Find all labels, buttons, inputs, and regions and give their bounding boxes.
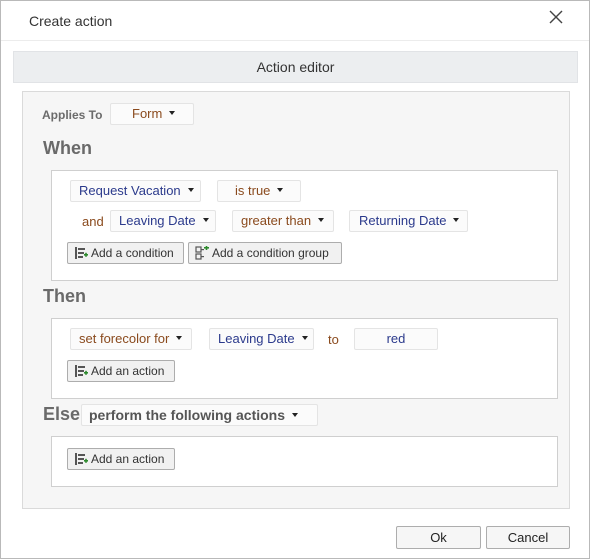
- applies-to-dropdown[interactable]: Form: [110, 103, 194, 125]
- conjunction-and[interactable]: and: [82, 214, 104, 229]
- add-condition-button[interactable]: Add a condition: [67, 242, 184, 264]
- cancel-button[interactable]: Cancel: [486, 526, 570, 549]
- else-mode-value: perform the following actions: [89, 407, 286, 423]
- then-add-action-label: Add an action: [91, 364, 165, 378]
- condition2-operator-dropdown[interactable]: greater than: [232, 210, 334, 232]
- condition2-operator-value: greater than: [241, 213, 312, 228]
- condition2-field-dropdown[interactable]: Leaving Date: [110, 210, 216, 232]
- else-mode-dropdown[interactable]: perform the following actions: [81, 404, 318, 426]
- add-condition-group-icon: [195, 246, 209, 266]
- add-action-icon: [74, 452, 88, 472]
- caret-down-icon: [453, 218, 460, 222]
- caret-down-icon: [187, 188, 194, 192]
- create-action-dialog: Create action Action editor Applies To F…: [0, 0, 590, 559]
- add-condition-group-button[interactable]: Add a condition group: [188, 242, 342, 264]
- add-condition-group-label: Add a condition group: [212, 246, 329, 260]
- dialog-title: Create action: [29, 13, 113, 29]
- then-action-dropdown[interactable]: set forecolor for: [70, 328, 192, 350]
- else-add-action-button[interactable]: Add an action: [67, 448, 175, 470]
- caret-down-icon: [176, 336, 183, 340]
- then-add-action-button[interactable]: Add an action: [67, 360, 175, 382]
- condition2-value-dropdown[interactable]: Returning Date: [349, 210, 468, 232]
- else-add-action-label: Add an action: [91, 452, 165, 466]
- caret-down-icon: [318, 218, 325, 222]
- caret-down-icon: [277, 188, 284, 192]
- ok-button[interactable]: Ok: [396, 526, 481, 549]
- then-value-field[interactable]: red: [354, 328, 438, 350]
- close-icon[interactable]: [543, 7, 569, 29]
- then-action-value: set forecolor for: [79, 331, 170, 346]
- caret-down-icon: [169, 111, 176, 115]
- condition-operator-value: is true: [235, 183, 271, 198]
- condition2-field-value: Leaving Date: [119, 213, 196, 228]
- caret-down-icon: [292, 413, 299, 417]
- add-condition-icon: [74, 246, 88, 266]
- then-field-dropdown[interactable]: Leaving Date: [209, 328, 314, 350]
- condition-operator-dropdown[interactable]: is true: [217, 180, 301, 202]
- else-title: Else: [43, 404, 81, 424]
- action-editor-header: Action editor: [13, 51, 578, 83]
- add-action-icon: [74, 364, 88, 384]
- dialog-titlebar: Create action: [1, 1, 589, 41]
- then-title: Then: [43, 286, 86, 306]
- then-field-value: Leaving Date: [218, 331, 295, 346]
- caret-down-icon: [202, 218, 209, 222]
- applies-to-label: Applies To: [42, 108, 103, 122]
- condition-field-dropdown[interactable]: Request Vacation: [70, 180, 201, 202]
- then-to-word: to: [328, 332, 339, 347]
- when-title: When: [43, 138, 92, 158]
- condition2-value-text: Returning Date: [359, 213, 447, 228]
- applies-to-value: Form: [132, 106, 163, 121]
- caret-down-icon: [301, 336, 308, 340]
- add-condition-label: Add a condition: [91, 246, 174, 260]
- condition-field-value: Request Vacation: [79, 183, 181, 198]
